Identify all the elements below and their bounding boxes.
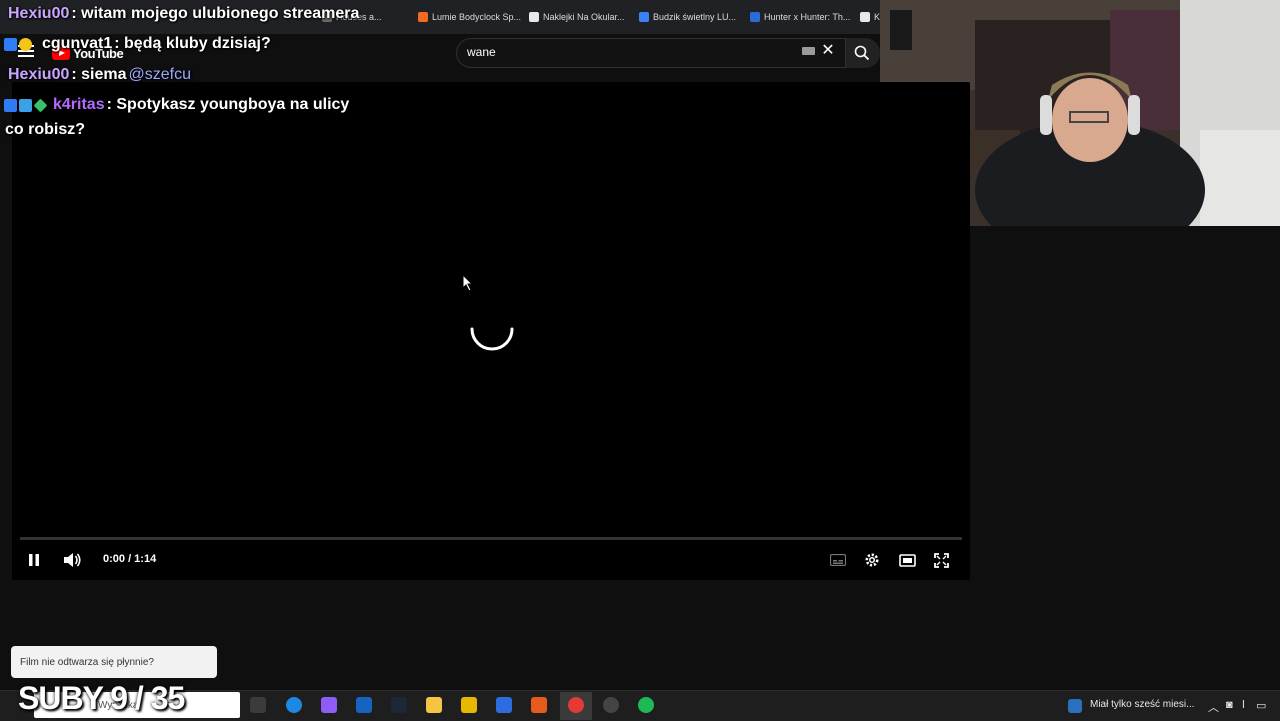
keyboard-icon[interactable] — [802, 47, 815, 55]
theater-mode-icon — [898, 553, 916, 567]
news-icon[interactable] — [1068, 699, 1082, 713]
bookmark-item[interactable]: Hunter x Hunter: Th... — [750, 10, 850, 24]
search-icon — [854, 45, 870, 61]
bookmark-item[interactable]: Naklejki Na Okular... — [529, 10, 625, 24]
copilot-icon[interactable] — [321, 697, 337, 713]
store-icon[interactable] — [496, 697, 512, 713]
chat-username: Hexiu00 — [8, 66, 70, 83]
network-icon[interactable]: ▭ — [1256, 699, 1266, 712]
volume-button[interactable] — [60, 549, 84, 571]
subtitles-icon — [830, 554, 846, 566]
bookmark-item[interactable]: K — [860, 10, 880, 24]
chat-mention: @szefcu — [128, 66, 191, 83]
badge-icon — [33, 98, 48, 112]
obs-icon[interactable] — [603, 697, 619, 713]
search-box[interactable] — [456, 38, 846, 68]
chat-username: k4ritas — [53, 96, 105, 113]
bookmark-favicon-icon — [750, 12, 760, 22]
chat-text: : będą kluby dzisiaj? — [114, 35, 271, 52]
theater-mode-button[interactable] — [896, 550, 918, 570]
app-icon[interactable] — [531, 697, 547, 713]
search-input[interactable] — [467, 45, 787, 59]
chat-text: : siema — [71, 66, 127, 83]
clear-search-icon[interactable]: ✕ — [820, 43, 836, 59]
bookmark-label: Naklejki Na Okular... — [543, 12, 625, 22]
search-button[interactable] — [846, 38, 880, 68]
gear-icon — [865, 553, 879, 567]
bookmark-label: Hunter x Hunter: Th... — [764, 12, 851, 22]
bookmark-label: Budzik świetlny LU... — [653, 12, 737, 22]
bookmark-favicon-icon — [860, 12, 870, 22]
steam-icon[interactable] — [391, 697, 407, 713]
chrome-icon[interactable] — [568, 697, 584, 713]
chat-username: cgunvat1 — [42, 35, 113, 52]
volume-icon — [64, 553, 81, 567]
pause-icon — [29, 554, 39, 566]
chat-message: cgunvat1 : będą kluby dzisiaj? — [4, 35, 271, 53]
news-widget[interactable]: Miał tylko sześć miesi... — [1090, 699, 1194, 710]
mouse-cursor-icon — [462, 274, 474, 292]
bookmark-label: Lumie Bodyclock Sp... — [432, 12, 522, 22]
fullscreen-icon — [933, 552, 949, 568]
chat-username: Hexiu00 — [8, 5, 70, 22]
time-display: 0:00 / 1:14 — [103, 553, 157, 565]
bookmark-item[interactable]: Lumie Bodyclock Sp... — [418, 10, 521, 24]
camera-icon[interactable]: ◙ — [1226, 699, 1233, 711]
toast-text: Film nie odtwarza się płynnie? — [20, 657, 154, 668]
edge-icon[interactable] — [286, 697, 302, 713]
chat-message: Hexiu00 : witam mojego ulubionego stream… — [8, 5, 359, 23]
spotify-icon[interactable] — [638, 697, 654, 713]
badge-icon — [4, 98, 17, 112]
bookmark-favicon-icon — [529, 12, 539, 22]
bookmark-favicon-icon — [418, 12, 428, 22]
fullscreen-button[interactable] — [931, 550, 951, 570]
outlook-icon[interactable] — [356, 697, 372, 713]
task-view-icon[interactable] — [250, 697, 266, 713]
chat-text: : witam mojego ulubionego streamera — [71, 5, 360, 22]
chevron-up-icon[interactable]: ︿ — [1208, 699, 1219, 715]
chat-message: Hexiu00 : siema @szefcu — [8, 66, 191, 84]
loading-spinner-icon — [470, 327, 514, 351]
chat-message: co robisz? — [5, 121, 85, 139]
badge-icon — [19, 37, 32, 51]
subs-counter: SUBY 9 / 35 — [18, 680, 185, 716]
badge-icon — [4, 37, 17, 51]
bookmark-item[interactable]: Budzik świetlny LU... — [639, 10, 736, 24]
microphone-icon[interactable]: ǀ — [1242, 699, 1245, 711]
bookmark-favicon-icon — [639, 12, 649, 22]
pause-button[interactable] — [24, 550, 44, 570]
file-explorer-icon[interactable] — [426, 697, 442, 713]
chat-text: co robisz? — [5, 121, 86, 138]
badge-icon — [19, 98, 32, 112]
chat-message: k4ritas : Spotykasz youngboya na ulicy — [4, 96, 349, 114]
playback-issue-toast[interactable]: Film nie odtwarza się płynnie? — [11, 646, 217, 678]
subtitles-button[interactable] — [828, 550, 848, 570]
progress-bar[interactable] — [20, 537, 962, 540]
chat-text: : Spotykasz youngboya na ulicy — [106, 96, 350, 113]
app-icon[interactable] — [461, 697, 477, 713]
settings-button[interactable] — [862, 550, 882, 570]
